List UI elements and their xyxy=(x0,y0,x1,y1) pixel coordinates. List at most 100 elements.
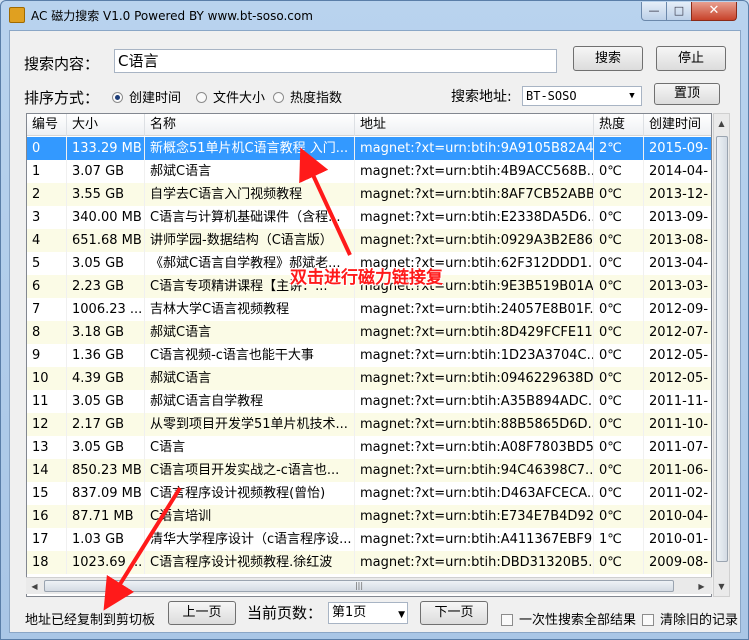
search-label: 搜索内容： xyxy=(24,55,100,73)
top-button[interactable]: 置顶 xyxy=(654,83,720,105)
table-cell: 1℃ xyxy=(594,528,644,551)
table-cell: 2013-12- xyxy=(644,183,711,206)
table-cell: 12 xyxy=(27,413,67,436)
next-page-button[interactable]: 下一页 xyxy=(420,601,488,625)
vertical-scrollbar[interactable]: ▲ ▼ xyxy=(713,113,730,597)
table-cell: 2010-04- xyxy=(644,505,711,528)
table-cell: magnet:?xt=urn:btih:9A9105B82A4... xyxy=(355,137,594,160)
column-header[interactable]: 创建时间 xyxy=(644,114,711,136)
sort-option-label: 创建时间 xyxy=(129,91,182,106)
page-label: 当前页数： xyxy=(247,604,323,622)
table-cell: 0℃ xyxy=(594,367,644,390)
sort-radio-size[interactable]: 文件大小 xyxy=(196,91,265,107)
table-row[interactable]: 13 3.05 GB C语言 magnet:?xt=urn:btih:A08F7803… xyxy=(27,436,711,459)
search-all-checkbox[interactable]: 一次性搜索全部结果 xyxy=(501,609,636,628)
scroll-up-icon[interactable]: ▲ xyxy=(714,115,729,132)
table-row[interactable]: 14 850.23 MB C语言项目开发实战之-c语言也... magnet:?xt=… xyxy=(27,459,711,482)
column-header[interactable]: 热度 xyxy=(594,114,644,136)
results-table[interactable]: 编号 大小 名称 地址 热度 创建时间 0 133.29 MB 新概念51单片机C语言教程 入… xyxy=(26,113,712,597)
search-input[interactable]: C语言 xyxy=(114,49,557,73)
sort-radio-created[interactable]: 创建时间 xyxy=(112,91,181,107)
table-cell: 5 xyxy=(27,252,67,275)
table-cell: 0℃ xyxy=(594,275,644,298)
column-header[interactable]: 名称 xyxy=(145,114,355,136)
table-cell: 郝斌C语言 xyxy=(145,160,355,183)
close-button[interactable]: ✕ xyxy=(691,2,737,21)
clear-records-checkbox[interactable]: 清除旧的记录 xyxy=(642,609,738,628)
table-row[interactable]: 16 87.71 MB C语言培训 magnet:?xt=urn:btih:E734E… xyxy=(27,505,711,528)
column-header[interactable]: 大小 xyxy=(67,114,145,136)
table-cell: 吉林大学C语言视频教程 xyxy=(145,298,355,321)
scroll-thumb[interactable]: ||| xyxy=(44,580,674,592)
table-cell: 2014-04- xyxy=(644,160,711,183)
table-row[interactable]: 2 3.55 GB 自学去C语言入门视频教程 magnet:?xt=urn:btih:… xyxy=(27,183,711,206)
table-header: 编号 大小 名称 地址 热度 创建时间 xyxy=(27,114,711,136)
table-cell: 10 xyxy=(27,367,67,390)
horizontal-scrollbar[interactable]: ◀ ||| ▶ xyxy=(26,577,712,594)
table-row[interactable]: 8 3.18 GB 郝斌C语言 magnet:?xt=urn:btih:8D429FC… xyxy=(27,321,711,344)
table-row[interactable]: 10 4.39 GB 郝斌C语言 magnet:?xt=urn:btih:094622… xyxy=(27,367,711,390)
table-cell: 2012-05- xyxy=(644,367,711,390)
table-cell: magnet:?xt=urn:btih:A35B894ADC... xyxy=(355,390,594,413)
table-row[interactable]: 15 837.09 MB C语言程序设计视频教程(曾怡) magnet:?xt=urn… xyxy=(27,482,711,505)
table-cell: 1.03 GB xyxy=(67,528,145,551)
table-cell: C语言与计算机基础课件（含程... xyxy=(145,206,355,229)
table-cell: C语言程序设计视频教程.徐红波 xyxy=(145,551,355,574)
table-cell: magnet:?xt=urn:btih:D463AFCECA... xyxy=(355,482,594,505)
column-header[interactable]: 地址 xyxy=(355,114,594,136)
table-row[interactable]: 1 3.07 GB 郝斌C语言 magnet:?xt=urn:btih:4B9ACC5… xyxy=(27,160,711,183)
prev-page-button[interactable]: 上一页 xyxy=(168,601,236,625)
table-cell: 0℃ xyxy=(594,298,644,321)
table-cell: 新概念51单片机C语言教程 入门... xyxy=(145,137,355,160)
stop-button[interactable]: 停止 xyxy=(656,46,726,71)
table-cell: 1 xyxy=(27,160,67,183)
table-cell: 0℃ xyxy=(594,206,644,229)
page-select[interactable]: 第1页 ▼ xyxy=(328,602,408,624)
table-row[interactable]: 11 3.05 GB 郝斌C语言自学教程 magnet:?xt=urn:btih:A3… xyxy=(27,390,711,413)
checkbox-label: 清除旧的记录 xyxy=(660,613,739,628)
table-cell: 0℃ xyxy=(594,505,644,528)
table-cell: 0 xyxy=(27,137,67,160)
table-cell: 850.23 MB xyxy=(67,459,145,482)
source-select[interactable]: BT-SOSO ▼ xyxy=(522,86,642,106)
table-cell: magnet:?xt=urn:btih:0946229638D... xyxy=(355,367,594,390)
table-row[interactable]: 7 1006.23 ... 吉林大学C语言视频教程 magnet:?xt=urn:bt… xyxy=(27,298,711,321)
table-row[interactable]: 18 1023.69 ... C语言程序设计视频教程.徐红波 magnet:?xt=u… xyxy=(27,551,711,574)
table-row[interactable]: 12 2.17 GB 从零到项目开发学51单片机技术... magnet:?xt=ur… xyxy=(27,413,711,436)
table-cell: 7 xyxy=(27,298,67,321)
table-cell: 16 xyxy=(27,505,67,528)
table-cell: 87.71 MB xyxy=(67,505,145,528)
scroll-right-icon[interactable]: ▶ xyxy=(694,578,709,595)
table-cell: 18 xyxy=(27,551,67,574)
table-cell: magnet:?xt=urn:btih:88B5865D6D... xyxy=(355,413,594,436)
table-cell: 2.17 GB xyxy=(67,413,145,436)
window-title: AC 磁力搜索 V1.0 Powered BY www.bt-soso.com xyxy=(31,9,313,23)
table-cell: 2011-06- xyxy=(644,459,711,482)
table-row[interactable]: 3 340.00 MB C语言与计算机基础课件（含程... magnet:?xt=ur… xyxy=(27,206,711,229)
table-cell: 0℃ xyxy=(594,390,644,413)
scroll-left-icon[interactable]: ◀ xyxy=(27,578,42,595)
sort-radio-heat[interactable]: 热度指数 xyxy=(273,91,342,107)
table-cell: magnet:?xt=urn:btih:A08F7803BD5... xyxy=(355,436,594,459)
app-window: AC 磁力搜索 V1.0 Powered BY www.bt-soso.com … xyxy=(0,0,749,640)
table-row[interactable]: 0 133.29 MB 新概念51单片机C语言教程 入门... magnet:?xt=… xyxy=(27,137,711,160)
search-button[interactable]: 搜索 xyxy=(573,46,643,71)
column-header[interactable]: 编号 xyxy=(27,114,67,136)
table-cell: 1006.23 ... xyxy=(67,298,145,321)
table-cell: magnet:?xt=urn:btih:24057E8B01F... xyxy=(355,298,594,321)
table-row[interactable]: 17 1.03 GB 清华大学程序设计（c语言程序设... magnet:?xt=ur… xyxy=(27,528,711,551)
scroll-thumb[interactable] xyxy=(716,136,728,562)
maximize-button[interactable]: □ xyxy=(666,2,692,21)
radio-icon xyxy=(273,92,284,103)
minimize-button[interactable]: — xyxy=(641,2,667,21)
table-cell: 651.68 MB xyxy=(67,229,145,252)
table-row[interactable]: 4 651.68 MB 讲师学园-数据结构（C语言版） magnet:?xt=urn:… xyxy=(27,229,711,252)
table-cell: magnet:?xt=urn:btih:1D23A3704C... xyxy=(355,344,594,367)
title-bar[interactable]: AC 磁力搜索 V1.0 Powered BY www.bt-soso.com … xyxy=(1,1,748,29)
scroll-down-icon[interactable]: ▼ xyxy=(714,578,729,595)
table-cell: 0℃ xyxy=(594,183,644,206)
sort-option-label: 热度指数 xyxy=(290,91,343,106)
table-cell: 郝斌C语言自学教程 xyxy=(145,390,355,413)
table-row[interactable]: 9 1.36 GB C语言视频-c语言也能干大事 magnet:?xt=urn:bti… xyxy=(27,344,711,367)
table-cell: 3.05 GB xyxy=(67,436,145,459)
